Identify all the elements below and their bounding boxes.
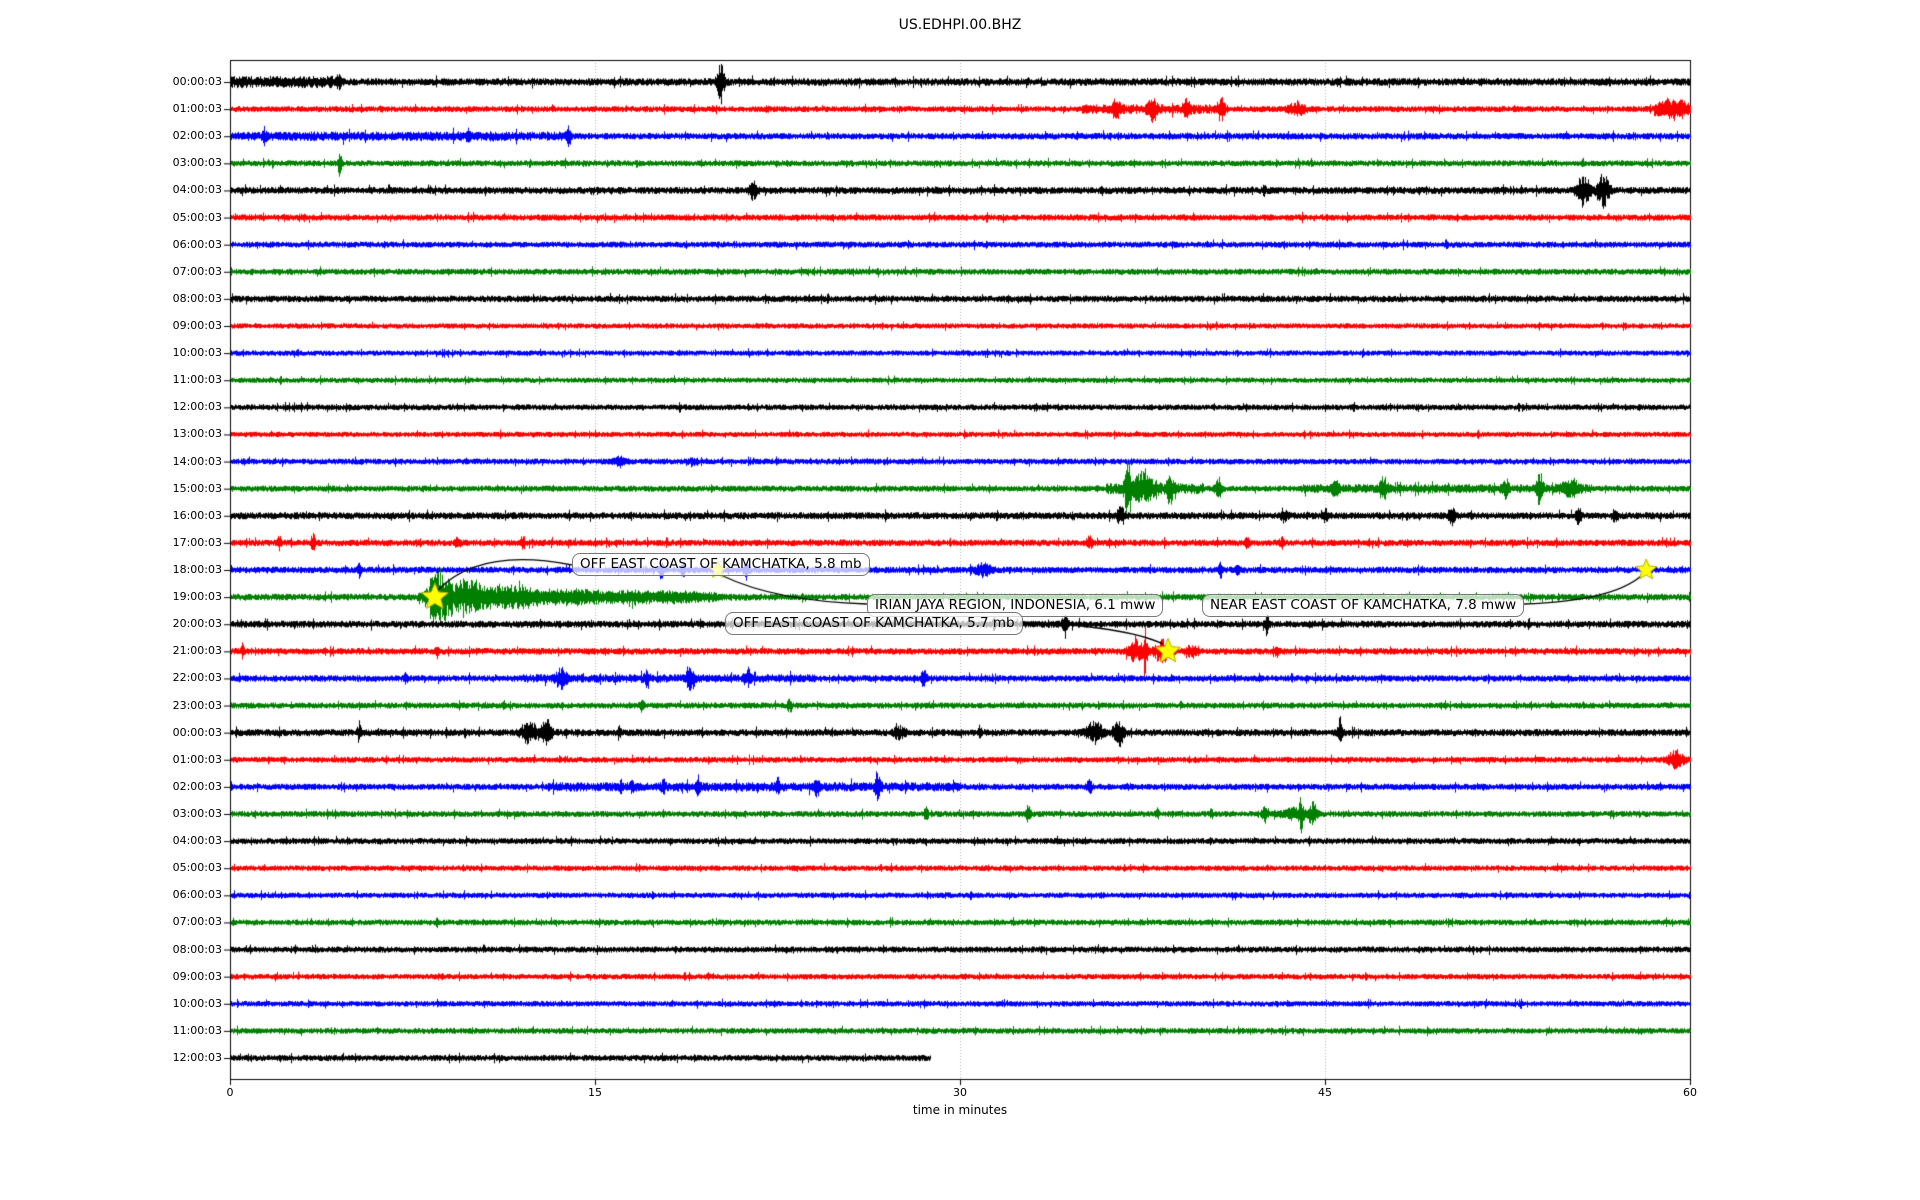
x-tick-label: 60 (1683, 1086, 1697, 1099)
y-tick-label: 13:00:03 (172, 427, 222, 441)
y-tick-label: 05:00:03 (172, 861, 222, 875)
y-tick-label: 17:00:03 (172, 535, 222, 549)
y-tick-label: 04:00:03 (172, 834, 222, 848)
x-tick-label: 30 (953, 1086, 967, 1099)
y-tick-label: 19:00:03 (172, 590, 222, 604)
x-tick-label: 45 (1318, 1086, 1332, 1099)
y-tick-label: 11:00:03 (172, 373, 222, 387)
y-tick-label: 10:00:03 (172, 346, 222, 360)
y-tick-label: 07:00:03 (172, 264, 222, 278)
y-tick-label: 20:00:03 (172, 617, 222, 631)
y-tick-label: 02:00:03 (172, 129, 222, 143)
x-axis-label: time in minutes (912, 1103, 1008, 1117)
y-tick-label: 03:00:03 (172, 156, 222, 170)
y-tick-label: 00:00:03 (172, 75, 222, 88)
event-annotation-kamchatka-58: OFF EAST COAST OF KAMCHATKA, 5.8 mb (572, 553, 870, 576)
y-tick-label: 08:00:03 (172, 942, 222, 956)
seismogram-figure: US.EDHPI.00.BHZ 00:00:03 01:00:03 02:00:03… (0, 0, 1920, 1200)
y-tick-label: 06:00:03 (172, 237, 222, 251)
event-annotation-kamchatka-78: NEAR EAST COAST OF KAMCHATKA, 7.8 mww (1202, 594, 1525, 617)
y-tick-label: 09:00:03 (172, 318, 222, 332)
x-tick-label: 0 (226, 1086, 234, 1099)
y-tick-label: 03:00:03 (172, 806, 222, 820)
event-annotation-kamchatka-57: OFF EAST COAST OF KAMCHATKA, 5.7 mb (725, 612, 1023, 635)
y-tick-label: 01:00:03 (172, 752, 222, 766)
y-tick-label: 18:00:03 (172, 562, 222, 576)
y-tick-label: 08:00:03 (172, 291, 222, 305)
y-tick-label: 10:00:03 (172, 996, 222, 1010)
y-tick-label: 16:00:03 (172, 508, 222, 522)
y-tick-label: 22:00:03 (172, 671, 222, 685)
y-tick-label: 23:00:03 (172, 698, 222, 712)
y-tick-label: 21:00:03 (172, 644, 222, 658)
y-tick-label: 11:00:03 (172, 1023, 222, 1037)
y-tick-label: 07:00:03 (172, 915, 222, 929)
y-tick-label: 12:00:03 (172, 400, 222, 414)
y-tick-label: 05:00:03 (172, 210, 222, 224)
y-tick-label: 02:00:03 (172, 779, 222, 793)
plot-title: US.EDHPI.00.BHZ (898, 17, 1022, 33)
y-tick-label: 12:00:03 (172, 1050, 222, 1064)
y-tick-label: 14:00:03 (172, 454, 222, 468)
y-tick-label: 01:00:03 (172, 102, 222, 116)
x-tick-label: 15 (588, 1086, 602, 1099)
y-tick-label: 00:00:03 (172, 725, 222, 739)
y-tick-label: 04:00:03 (172, 183, 222, 197)
y-tick-label: 15:00:03 (172, 481, 222, 495)
y-tick-label: 06:00:03 (172, 888, 222, 902)
y-tick-label: 09:00:03 (172, 969, 222, 983)
